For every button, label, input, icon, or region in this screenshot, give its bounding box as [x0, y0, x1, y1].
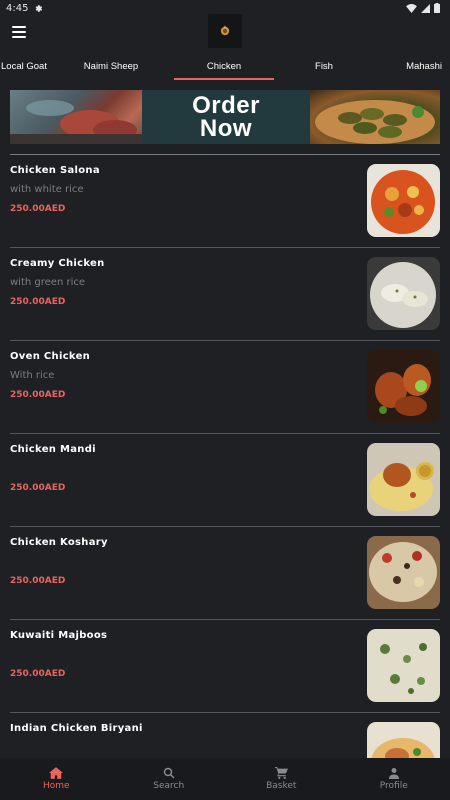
- item-name: Chicken Salona: [10, 165, 100, 176]
- item-name: Oven Chicken: [10, 351, 91, 362]
- creamy-chicken-photo: [367, 257, 440, 330]
- item-name: Indian Chicken Biryani: [10, 723, 143, 734]
- menu-item-kuwaiti-majboos[interactable]: Kuwaiti Majboos 250.00AED: [0, 620, 450, 713]
- item-price: 250.00AED: [10, 669, 66, 679]
- tab-chicken[interactable]: Chicken: [174, 52, 274, 80]
- chicken-salona-photo: [367, 164, 440, 237]
- nav-basket-label: Basket: [266, 781, 297, 791]
- nav-search[interactable]: Search: [113, 758, 226, 800]
- tab-label: Mahashi: [406, 60, 442, 72]
- grilled-meat-photo: [10, 90, 142, 144]
- active-tab-indicator: [174, 78, 274, 80]
- app-bar: [0, 14, 450, 52]
- cell-signal-icon: [421, 3, 430, 13]
- item-price: 250.00AED: [10, 576, 66, 586]
- nav-home-label: Home: [42, 781, 70, 791]
- menu-item-list: Chicken Salona with white rice 250.00AED…: [0, 155, 450, 800]
- banner-text-area: Order Now: [142, 90, 310, 144]
- item-name: Chicken Mandi: [10, 444, 96, 455]
- tab-label: Chicken: [206, 60, 242, 72]
- item-name: Chicken Koshary: [10, 537, 108, 548]
- item-description: with white rice: [10, 184, 84, 195]
- item-name: Kuwaiti Majboos: [10, 630, 108, 641]
- nav-home[interactable]: Home: [0, 758, 113, 800]
- item-description: with green rice: [10, 277, 85, 288]
- oven-chicken-photo: [367, 350, 440, 423]
- item-price: 250.00AED: [10, 390, 66, 400]
- menu-item-creamy-chicken[interactable]: Creamy Chicken with green rice 250.00AED: [0, 248, 450, 341]
- item-price: 250.00AED: [10, 297, 66, 307]
- tab-fish[interactable]: Fish: [274, 52, 374, 80]
- stuffed-vine-leaves-photo: [310, 90, 440, 144]
- nav-profile[interactable]: Profile: [338, 758, 450, 800]
- tab-mahashi[interactable]: Mahashi: [374, 52, 450, 80]
- tab-naimi-sheep[interactable]: Naimi Sheep: [48, 52, 174, 80]
- tab-label: Local Goat: [1, 60, 47, 72]
- kuwaiti-majboos-photo: [367, 629, 440, 702]
- logo-emblem-icon: [220, 25, 230, 36]
- menu-icon[interactable]: [12, 26, 26, 38]
- banner-line-2: Now: [199, 115, 253, 142]
- order-now-banner[interactable]: Order Now: [10, 90, 440, 144]
- tab-label: Naimi Sheep: [83, 60, 139, 72]
- search-icon: [163, 767, 175, 779]
- nav-basket[interactable]: Basket: [225, 758, 338, 800]
- menu-item-oven-chicken[interactable]: Oven Chicken With rice 250.00AED: [0, 341, 450, 434]
- banner-line-1: Order: [192, 92, 260, 119]
- item-price: 250.00AED: [10, 483, 66, 493]
- tab-label: Fish: [315, 60, 333, 72]
- wifi-icon: [406, 3, 417, 13]
- home-icon: [49, 767, 64, 779]
- settings-icon: [36, 4, 43, 12]
- category-tabs: Local Goat Naimi Sheep Chicken Fish Maha…: [0, 52, 450, 80]
- cart-icon: [274, 767, 288, 779]
- restaurant-logo: [208, 14, 242, 48]
- menu-item-chicken-koshary[interactable]: Chicken Koshary 250.00AED: [0, 527, 450, 620]
- person-icon: [388, 768, 399, 779]
- item-name: Creamy Chicken: [10, 258, 105, 269]
- tab-local-goat[interactable]: Local Goat: [0, 52, 48, 80]
- nav-search-label: Search: [153, 781, 185, 791]
- item-description: With rice: [10, 370, 55, 381]
- chicken-mandi-photo: [367, 443, 440, 516]
- menu-item-chicken-mandi[interactable]: Chicken Mandi 250.00AED: [0, 434, 450, 527]
- item-price: 250.00AED: [10, 204, 66, 214]
- battery-icon: [434, 3, 440, 13]
- menu-item-chicken-salona[interactable]: Chicken Salona with white rice 250.00AED: [0, 155, 450, 248]
- status-time: 4:45: [6, 2, 29, 14]
- bottom-navigation: Home Search Basket Profile: [0, 758, 450, 800]
- nav-profile-label: Profile: [379, 781, 408, 791]
- chicken-koshary-photo: [367, 536, 440, 609]
